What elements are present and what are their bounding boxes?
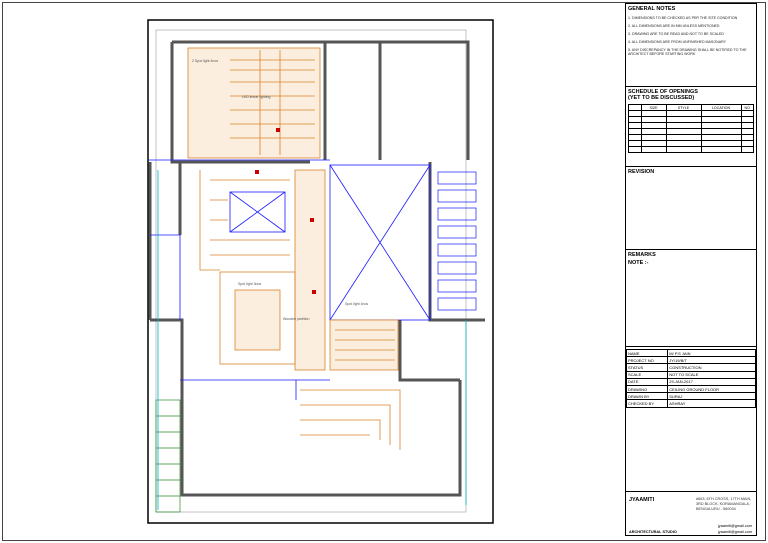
info-label: SCALE: [625, 370, 669, 379]
info-label: STATUS: [625, 363, 669, 372]
plan-label: 2 Spot light 4nos: [192, 59, 218, 63]
green-grid: [155, 399, 181, 513]
info-label: DATE: [625, 377, 669, 386]
title-block: GENERAL NOTES 1. DIMENSIONS TO BE CHECKE…: [625, 3, 757, 536]
project-info: NAME M/ P.S JAIN PROJECT NO JY/19/B/T STATUS…: [625, 347, 756, 410]
info-row: SCALE NOT TO SCALE: [625, 370, 756, 379]
info-row: STATUS CONSTRUCTION: [625, 363, 756, 372]
schedule-cell: [700, 146, 742, 153]
email: jyaamiti@gmail.com: [717, 530, 752, 534]
note-item: 5. ANY DISCREPANCY IN THE DRAWING SHALL …: [628, 48, 747, 56]
studio-name: JYAAMITI: [629, 497, 655, 503]
schedule-row: [628, 146, 754, 153]
info-label: DRAWING: [625, 384, 669, 394]
studio-type: ARCHITECTURAL STUDIO: [629, 530, 677, 534]
plan-label: LED linear lighting: [242, 95, 270, 99]
info-row: PROJECT NO JY/19/B/T: [625, 356, 756, 365]
ceiling-orange: [187, 47, 401, 450]
note-item: 3. DRAWING ARE TO BE READ AND NOT TO BE …: [628, 32, 724, 36]
info-value: CEILING GROUND FLOOR: [667, 384, 756, 394]
info-value: SURAJ: [667, 392, 756, 401]
general-notes: GENERAL NOTES 1. DIMENSIONS TO BE CHECKE…: [626, 4, 756, 87]
plan-label: Spot light 3nos: [238, 282, 261, 286]
revision-section: REVISION: [626, 167, 756, 250]
info-label: PROJECT NO: [625, 356, 669, 365]
remarks-note: NOTE :-: [628, 260, 649, 266]
info-row: DRAWN BY SURAJ: [625, 392, 756, 401]
info-row: CHECKED BY ASHRAY: [625, 399, 756, 408]
info-label: CHECKED BY: [625, 399, 669, 408]
revision-title: REVISION: [628, 169, 655, 175]
plan-label: Wooden partition: [283, 317, 309, 321]
remarks-section: REMARKS NOTE :-: [626, 250, 756, 347]
remarks-title: REMARKS: [628, 252, 656, 258]
general-notes-title: GENERAL NOTES: [628, 6, 676, 12]
plan-label: Spot light 4nos: [345, 302, 368, 306]
schedule-cell: [628, 146, 642, 153]
schedule-cell: [740, 146, 754, 153]
schedule-cell: [665, 146, 702, 153]
schedule-table: SIZE STYLE LOCATION NO: [628, 104, 754, 153]
info-label: NAME: [625, 348, 669, 358]
schedule-subtitle: (YET TO BE DISCUSSED): [628, 95, 695, 101]
info-value: JY/19/B/T: [667, 356, 756, 365]
note-item: 2. ALL DIMENSIONS ARE IN MM UNLESS MENTI…: [628, 24, 720, 28]
studio-address: #663, 6TH CROSS, 17TH MAIN, 3RD BLOCK, K…: [696, 497, 751, 512]
info-value: NOT TO SCALE: [667, 370, 756, 379]
info-row: DRAWING CEILING GROUND FLOOR: [625, 384, 756, 394]
info-row: DATE 29-JAN-2017: [625, 377, 756, 386]
info-label: DRAWN BY: [625, 392, 669, 401]
info-value: M/ P.S JAIN: [667, 348, 756, 358]
schedule-of-openings: SCHEDULE OF OPENINGS (YET TO BE DISCUSSE…: [626, 87, 756, 167]
studio-emails: jyaamiti@gmail.com jyaamiti@gmail.com: [718, 523, 752, 535]
note-item: 1. DIMENSIONS TO BE CHECKED AS PER THE S…: [628, 16, 738, 20]
address-line: BENGALURU - 560034: [696, 507, 736, 511]
studio-block: JYAAMITI #663, 6TH CROSS, 17TH MAIN, 3RD…: [626, 491, 756, 535]
project-info-table: NAME M/ P.S JAIN PROJECT NO JY/19/B/T STATUS…: [625, 348, 756, 408]
note-item: 4. ALL DIMENSIONS ARE FROM UNFINISHED MA…: [628, 40, 727, 44]
info-value: CONSTRUCTION: [667, 363, 756, 372]
info-value: 29-JAN-2017: [667, 377, 756, 386]
windows-right: [437, 171, 477, 311]
info-value: ASHRAY: [667, 399, 756, 408]
info-row: NAME M/ P.S JAIN: [625, 348, 756, 358]
schedule-cell: [640, 146, 667, 153]
